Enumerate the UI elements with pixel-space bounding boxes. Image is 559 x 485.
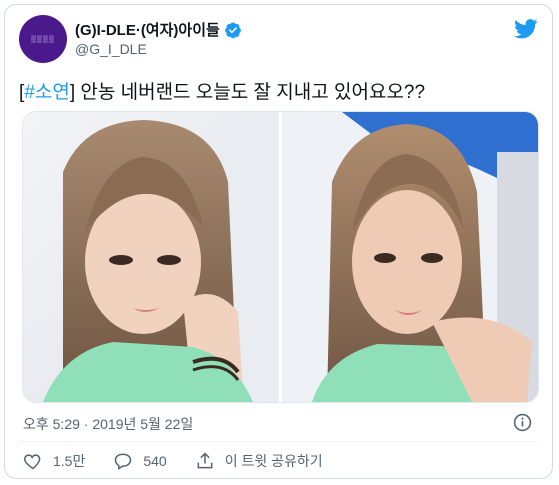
share-label: 이 트윗 공유하기 (224, 453, 323, 469)
reply-button[interactable]: 540 (113, 451, 167, 471)
tweet-media (22, 111, 539, 403)
name-row: (G)I-DLE·(여자)아이들 (75, 19, 242, 40)
heart-icon (24, 454, 41, 470)
tweet-text: [#소연] 안농 네버랜드 오늘도 잘 지내고 있어요오?? (19, 81, 425, 105)
photo-left[interactable] (23, 112, 279, 402)
verified-badge-icon (224, 22, 241, 38)
divider (19, 441, 538, 442)
hashtag-link[interactable]: #소연 (24, 82, 70, 103)
like-button[interactable]: 1.5만 (23, 451, 85, 471)
display-name[interactable]: (G)I-DLE·(여자)아이들 (75, 19, 220, 40)
tweet-timestamp[interactable]: 오후 5:29 · 2019년 5월 22일 (23, 414, 193, 434)
reply-bubble-icon (115, 453, 132, 470)
photo-right[interactable] (282, 112, 538, 402)
twitter-bird-icon[interactable] (514, 19, 538, 39)
avatar[interactable]: ▒▒▒▒ (19, 15, 67, 63)
tweet-body: 안농 네버랜드 오늘도 잘 지내고 있어요오?? (75, 82, 426, 103)
share-icon (197, 452, 213, 469)
reply-count: 540 (143, 453, 167, 469)
user-handle[interactable]: @G_I_DLE (75, 41, 147, 57)
tweet-card: ▒▒▒▒ (G)I-DLE·(여자)아이들 @G_I_DLE [#소연] 안농 … (4, 4, 553, 479)
avatar-logo-icon: ▒▒▒▒ (31, 35, 55, 43)
tweet-actions: 1.5만 540 이 트윗 공유하기 (23, 451, 351, 471)
photo-right-image (282, 112, 538, 402)
photo-left-image (23, 112, 279, 402)
info-icon[interactable] (513, 413, 532, 432)
share-button[interactable]: 이 트윗 공유하기 (195, 451, 323, 471)
like-count: 1.5만 (53, 453, 86, 469)
